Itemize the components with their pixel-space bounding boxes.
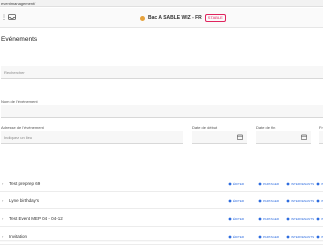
share-button[interactable]: Partager (258, 217, 279, 221)
share-icon (258, 235, 262, 239)
more-icon (316, 235, 320, 239)
more-button[interactable]: In (316, 217, 323, 221)
share-button[interactable]: Partager (258, 235, 279, 239)
store-selector[interactable]: Bac A SABLE WIZ - FR STABLE (140, 13, 226, 23)
extra-input[interactable] (319, 131, 323, 144)
url-text: eventmanagement/ (1, 1, 36, 6)
attendees-button[interactable]: Intervenants (286, 217, 314, 221)
more-button[interactable]: In (316, 199, 323, 203)
page-title: Evénements (1, 36, 38, 43)
pencil-icon (228, 199, 232, 203)
more-icon (316, 182, 320, 186)
action-label: Intervenants (291, 235, 315, 239)
action-label: Éditer (233, 199, 245, 203)
pencil-icon (228, 217, 232, 221)
event-name: Test Event MEP 04 - 04-12 (9, 216, 63, 221)
address-input[interactable]: Indiquez un lieu (1, 131, 183, 144)
end-date-label: Date de fin (256, 125, 276, 130)
attendees-button[interactable]: Intervenants (286, 235, 314, 239)
action-label: Éditer (233, 182, 245, 186)
action-label: Partager (263, 235, 280, 239)
share-icon (258, 182, 262, 186)
action-label: Intervenants (291, 217, 315, 221)
store-icon (140, 15, 145, 21)
event-row[interactable]: › Lyne birthday's Éditer Partager Intervenan… (0, 193, 323, 209)
start-date-label: Date de début (192, 125, 218, 130)
event-name-label: Nom de l'événement (1, 99, 38, 104)
share-button[interactable]: Partager (258, 182, 279, 186)
edit-button[interactable]: Éditer (228, 182, 244, 186)
browser-url-bar[interactable]: eventmanagement/ (0, 0, 323, 7)
event-name: Test preprep 69 (9, 181, 41, 186)
environment-badge: STABLE (204, 14, 226, 22)
action-label: Éditer (233, 217, 245, 221)
attendees-button[interactable]: Intervenants (286, 199, 314, 203)
more-button[interactable]: In (316, 235, 323, 239)
people-icon (286, 182, 290, 186)
people-icon (286, 199, 290, 203)
event-row[interactable]: › Test Event MEP 04 - 04-12 Éditer Partager… (0, 211, 323, 227)
chevron-right-icon[interactable]: › (2, 234, 3, 239)
pencil-icon (228, 182, 232, 186)
event-row[interactable]: › Test preprep 69 Éditer Partager Intervenan… (0, 176, 323, 192)
event-row[interactable]: › Invitation Éditer Partager Intervenants In (0, 229, 323, 245)
event-name-input[interactable] (1, 105, 323, 118)
search-input[interactable]: Rechercher (1, 66, 323, 79)
event-name: Invitation (9, 234, 28, 239)
pencil-icon (228, 235, 232, 239)
more-icon (316, 199, 320, 203)
address-placeholder: Indiquez un lieu (4, 135, 33, 140)
calendar-icon[interactable] (237, 134, 243, 140)
inbox-icon[interactable] (8, 13, 16, 21)
search-placeholder: Rechercher (4, 70, 25, 75)
edit-button[interactable]: Éditer (228, 217, 244, 221)
action-label: Partager (263, 217, 280, 221)
action-label: Éditer (233, 235, 245, 239)
edit-button[interactable]: Éditer (228, 235, 244, 239)
start-date-input[interactable] (192, 131, 247, 144)
edit-button[interactable]: Éditer (228, 199, 244, 203)
app-header: ⋮ Bac A SABLE WIZ - FR STABLE (0, 8, 323, 28)
share-icon (258, 217, 262, 221)
hamburger-menu-icon[interactable]: ⋮ (1, 15, 7, 21)
action-label: Intervenants (291, 199, 315, 203)
action-label: Partager (263, 199, 280, 203)
action-label: Intervenants (291, 182, 315, 186)
people-icon (286, 235, 290, 239)
extra-label: Fr (319, 125, 323, 130)
people-icon (286, 217, 290, 221)
share-button[interactable]: Partager (258, 199, 279, 203)
store-name: Bac A SABLE WIZ - FR (148, 15, 202, 21)
share-icon (258, 199, 262, 203)
chevron-right-icon[interactable]: › (2, 181, 3, 186)
chevron-right-icon[interactable]: › (2, 198, 3, 203)
address-label: Adresse de l'événement (1, 125, 44, 130)
end-date-input[interactable] (256, 131, 311, 144)
action-label: Partager (263, 182, 280, 186)
event-name: Lyne birthday's (9, 198, 39, 203)
chevron-right-icon[interactable]: › (2, 216, 3, 221)
more-button[interactable]: In (316, 182, 323, 186)
attendees-button[interactable]: Intervenants (286, 182, 314, 186)
calendar-icon[interactable] (301, 134, 307, 140)
more-icon (316, 217, 320, 221)
